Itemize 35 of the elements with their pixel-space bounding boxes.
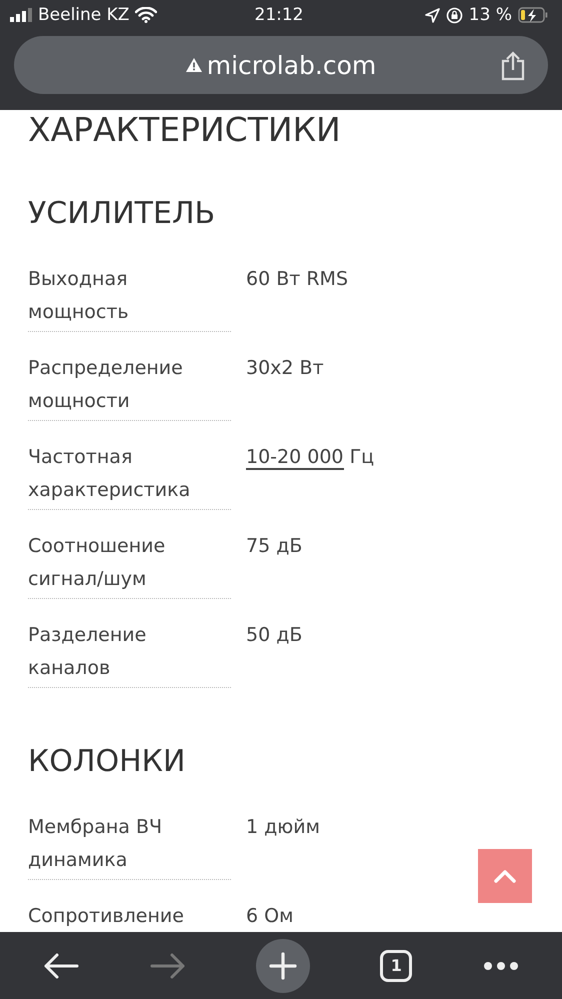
clock-time: 21:12: [254, 5, 304, 25]
spec-value: 50 дБ: [246, 623, 302, 648]
carrier-name: Beeline KZ: [38, 5, 130, 25]
plus-icon: [268, 952, 297, 980]
tab-count-button[interactable]: 1: [380, 950, 412, 982]
value-link[interactable]: 10-20 000: [246, 446, 344, 470]
spec-label: Мембрана ВЧ динамика: [28, 811, 231, 880]
location-icon: [424, 8, 440, 22]
more-icon: [482, 960, 519, 970]
wifi-icon: [135, 7, 158, 23]
spec-value: 6 Ом: [246, 904, 294, 929]
battery-percent: 13 %: [468, 5, 512, 25]
spec-value: 30x2 Вт: [246, 356, 324, 381]
signal-icon: [10, 8, 32, 22]
rotation-lock-icon: [446, 6, 463, 24]
spec-value: 60 Вт RMS: [246, 267, 348, 292]
back-arrow-icon: [43, 952, 80, 980]
section-heading: КОЛОНКИ: [28, 743, 186, 781]
address-bar[interactable]: microlab.com: [14, 36, 548, 94]
spec-label: Распределение мощности: [28, 352, 231, 421]
spec-label: Частотная характеристика: [28, 441, 231, 510]
section-heading: УСИЛИТЕЛЬ: [28, 195, 216, 233]
more-button[interactable]: [482, 960, 519, 970]
spec-value: 75 дБ: [246, 534, 302, 559]
spec-label: Разделение каналов: [28, 619, 231, 688]
back-button[interactable]: [43, 952, 80, 980]
section-heading: ХАРАКТЕРИСТИКИ: [28, 110, 342, 150]
forward-arrow-icon: [150, 952, 186, 980]
chevron-up-icon: [494, 870, 516, 882]
share-icon[interactable]: [500, 51, 526, 81]
url-text: microlab.com: [206, 50, 376, 80]
spec-label: Соотношение сигнал/шум: [28, 530, 231, 599]
spec-value: 1 дюйм: [246, 815, 320, 840]
spec-value: 10-20 000 Гц: [246, 445, 374, 472]
spec-label: Выходная мощность: [28, 263, 231, 332]
